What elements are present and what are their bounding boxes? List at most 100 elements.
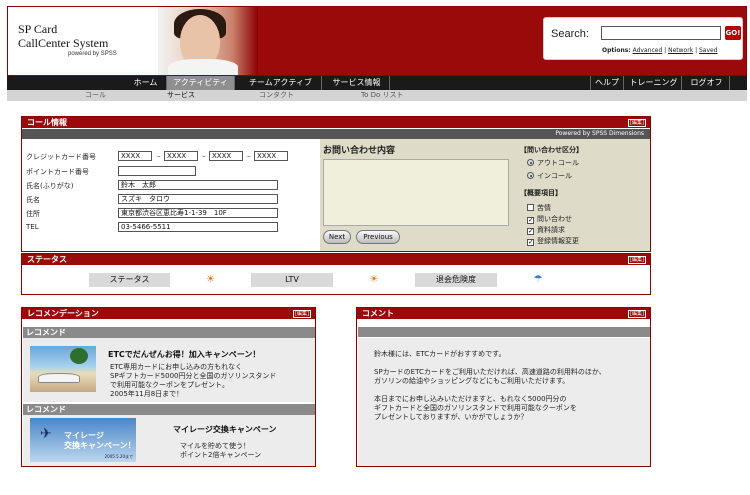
recommend-item-1[interactable]: ETCでだんぜんお得！加入キャンペーン！ ETC専用カードにお申し込みの方もれな…: [23, 338, 315, 402]
check-inquiry[interactable]: ✓ 問い合わせ: [527, 214, 572, 224]
check-brochure[interactable]: ✓ 資料請求: [527, 225, 565, 235]
call-category-title: 【問い合わせ区分】: [520, 146, 583, 154]
recommend-subheader-2: レコメンド: [23, 404, 315, 415]
recommendation-title: レコメンデーション: [27, 309, 99, 318]
nav-training[interactable]: トレーニング: [626, 76, 682, 90]
previous-button[interactable]: Previous: [356, 230, 400, 244]
recommend-item-2-title: マイレージ交換キャンペーン: [173, 425, 277, 434]
call-info-title: コール情報: [27, 118, 67, 127]
card-dash: –: [157, 152, 161, 160]
radio-incall[interactable]: インコール: [527, 171, 572, 181]
card-number-part4[interactable]: XXXX: [254, 151, 288, 161]
checkbox-checked-icon: ✓: [527, 238, 534, 246]
call-info-header: コール情報 [編集]: [22, 117, 650, 128]
card-number-part3[interactable]: XXXX: [209, 151, 243, 161]
main-nav: ホーム アクティビティ チームアクティブ サービス情報 ヘルプ トレーニング ロ…: [7, 76, 747, 90]
brand-powered: powered by SPSS: [68, 51, 117, 57]
sub-nav: コール サービス コンタクト To Do リスト: [7, 90, 747, 101]
brand-logo: SP Card CallCenter System powered by SPS…: [18, 22, 117, 57]
risk-label: 退会危険度: [415, 273, 497, 287]
comment-text: 鈴木様には、ETCカードがおすすめです。 SPカードのETCカードをご利用いただ…: [374, 350, 606, 421]
nav-activity[interactable]: アクティビティ: [167, 76, 235, 90]
next-button[interactable]: Next: [323, 230, 351, 244]
radio-outcall-label: アウトコール: [537, 159, 579, 167]
checkbox-checked-icon: ✓: [527, 216, 534, 224]
radio-icon: [527, 159, 534, 166]
recommend-item-1-title: ETCでだんぜんお得！加入キャンペーン！: [108, 350, 261, 359]
check-registration[interactable]: ✓ 登録情報変更: [527, 236, 579, 246]
nav-help[interactable]: ヘルプ: [590, 76, 624, 90]
inquiry-area: お問い合わせ内容 Next Previous 【問い合わせ区分】 アウトコール …: [320, 139, 650, 251]
search-options: Options: Advanced | Network | Saved: [602, 47, 718, 54]
check-complaint[interactable]: 苦情: [527, 203, 551, 213]
risk-value: ☂: [497, 273, 579, 287]
check-inquiry-label: 問い合わせ: [537, 215, 572, 223]
search-label: Search:: [551, 28, 589, 40]
card-number-part1[interactable]: XXXX: [118, 151, 152, 161]
powered-bar: Powered by SPSS Dimensions: [22, 129, 650, 139]
kana-field[interactable]: 鈴木 太郎: [118, 180, 278, 190]
mileage-image-text: マイレージ 交換キャンペーン！: [64, 431, 136, 450]
recommendation-header: レコメンデーション [編集]: [22, 308, 315, 319]
search-go-button[interactable]: GO!: [725, 26, 741, 40]
radio-incall-label: インコール: [537, 172, 572, 180]
card-dash: –: [202, 152, 206, 160]
brand-title-line1: SP Card: [18, 22, 58, 36]
point-card-label: ポイントカード番号: [26, 168, 89, 176]
call-info-edit-link[interactable]: [編集]: [628, 119, 646, 127]
nav-logoff[interactable]: ログオフ: [684, 76, 730, 90]
recommendation-panel: レコメンデーション [編集] レコメンド ETCでだんぜんお得！加入キャンペーン…: [21, 307, 316, 467]
nav-service-info[interactable]: サービス情報: [324, 76, 390, 90]
name-label: 氏名: [26, 196, 40, 204]
search-option-saved[interactable]: Saved: [699, 47, 718, 54]
comment-subbar: [358, 327, 650, 337]
kana-label: 氏名(ふりがな): [26, 182, 74, 190]
call-info-panel: コール情報 [編集] Powered by SPSS Dimensions クレ…: [21, 116, 651, 252]
recommend-item-1-text: ETC専用カードにお申し込みの方もれなく SPギフトカード5000円分と全国のガ…: [110, 363, 277, 398]
address-label: 住所: [26, 210, 40, 218]
radio-icon: [527, 172, 534, 179]
search-input[interactable]: [601, 26, 721, 40]
name-field[interactable]: スズキ タロウ: [118, 194, 278, 204]
inquiry-title: お問い合わせ内容: [323, 146, 396, 156]
point-card-field[interactable]: [118, 166, 196, 176]
ltv-value: ☀: [333, 273, 415, 287]
card-number-label: クレジットカード番号: [26, 153, 96, 161]
recommend-item-2[interactable]: ✈ マイレージ 交換キャンペーン！ 2005.5.20まで マイレージ交換キャン…: [23, 415, 315, 466]
card-number-part2[interactable]: XXXX: [164, 151, 198, 161]
nav-team-active[interactable]: チームアクティブ: [240, 76, 322, 90]
summary-title: 【概要項目】: [520, 189, 562, 197]
status-label: ステータス: [89, 273, 170, 287]
tel-field[interactable]: 03-5466-5511: [118, 222, 278, 232]
check-complaint-label: 苦情: [537, 204, 551, 212]
check-registration-label: 登録情報変更: [537, 237, 579, 245]
status-header: ステータス [編集]: [22, 254, 650, 265]
comment-header: コメント [編集]: [357, 308, 650, 319]
subnav-service[interactable]: サービス: [167, 90, 195, 101]
app-header: SP Card CallCenter System powered by SPS…: [7, 6, 747, 76]
tel-label: TEL: [26, 223, 39, 231]
nav-home[interactable]: ホーム: [125, 76, 167, 90]
comment-panel: コメント [編集] 鈴木様には、ETCカードがおすすめです。 SPカードのETC…: [356, 307, 651, 467]
beach-car-image: [30, 346, 96, 392]
sun-icon: ☀: [206, 274, 215, 285]
mileage-image-date: 2005.5.20まで: [104, 454, 133, 459]
comment-body: 鈴木様には、ETCカードがおすすめです。 SPカードのETCカードをご利用いただ…: [358, 338, 650, 466]
subnav-contact[interactable]: コンタクト: [259, 90, 294, 101]
ltv-label: LTV: [251, 273, 333, 287]
operator-photo: [158, 7, 258, 75]
radio-outcall[interactable]: アウトコール: [527, 158, 579, 168]
checkbox-icon: [527, 204, 534, 211]
subnav-todo[interactable]: To Do リスト: [361, 90, 404, 101]
search-option-advanced[interactable]: Advanced: [633, 47, 663, 54]
subnav-call[interactable]: コール: [85, 90, 106, 101]
inquiry-textarea[interactable]: [323, 159, 509, 226]
checkbox-checked-icon: ✓: [527, 227, 534, 235]
comment-edit-link[interactable]: [編集]: [628, 310, 646, 318]
recommendation-edit-link[interactable]: [編集]: [293, 310, 311, 318]
card-dash: –: [247, 152, 251, 160]
status-edit-link[interactable]: [編集]: [628, 256, 646, 264]
search-option-network[interactable]: Network: [668, 47, 693, 54]
check-brochure-label: 資料請求: [537, 226, 565, 234]
address-field[interactable]: 東京都渋谷区恵比寿1-1-39 10F: [118, 208, 278, 218]
